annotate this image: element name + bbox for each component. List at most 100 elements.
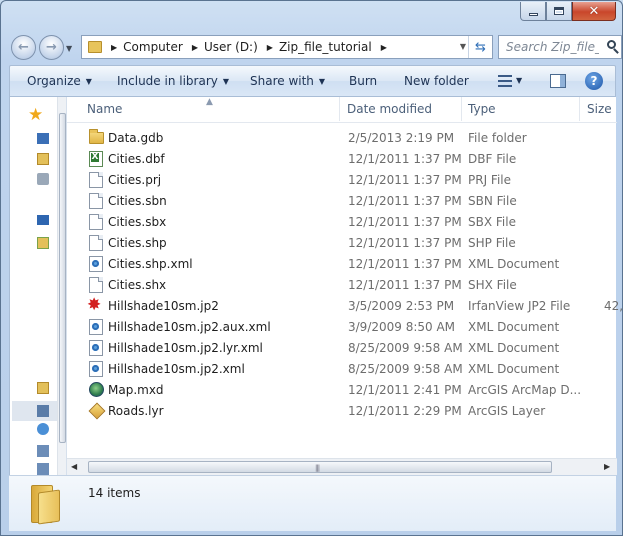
chevron-down-icon: ▼ — [318, 77, 326, 86]
breadcrumb-zip-file-tutorial[interactable]: Zip_file_tutorial — [279, 40, 372, 54]
file-name: Roads.lyr — [108, 404, 164, 418]
file-name: Hillshade10sm.jp2.lyr.xml — [108, 341, 263, 355]
column-header-name[interactable]: Name — [87, 102, 122, 116]
preview-pane-icon[interactable] — [550, 74, 566, 88]
column-header-size[interactable]: Size — [587, 102, 612, 116]
file-name: Cities.shp.xml — [108, 257, 193, 271]
breadcrumb-user-drive[interactable]: User (D:) — [204, 40, 258, 54]
view-options-dropdown-icon[interactable]: ▼ — [516, 76, 522, 85]
breadcrumb-separator-icon[interactable]: ▶ — [192, 43, 198, 52]
file-date: 12/1/2011 1:37 PM — [348, 152, 462, 166]
explorer-window: ✕ ← → ▼ ▶ Computer ▶ User (D:) ▶ Zip_fil… — [0, 0, 623, 536]
arcmap-document-icon — [89, 382, 104, 397]
include-in-library-label: Include in library — [117, 74, 218, 88]
column-divider[interactable] — [339, 97, 340, 121]
file-row[interactable]: Roads.lyr 12/1/2011 2:29 PM ArcGIS Layer — [67, 400, 617, 421]
file-date: 12/1/2011 1:37 PM — [348, 236, 462, 250]
file-type: SBN File — [468, 194, 517, 208]
command-bar: Organize ▼ Include in library ▼ Share with… — [9, 65, 616, 97]
back-button[interactable]: ← — [11, 35, 36, 60]
include-in-library-button[interactable]: Include in library ▼ — [117, 74, 229, 88]
close-button[interactable]: ✕ — [572, 2, 616, 21]
search-icon[interactable] — [607, 40, 616, 49]
blank-file-icon — [89, 172, 103, 188]
favorites-star-icon[interactable]: ★ — [28, 105, 43, 125]
file-row[interactable]: Hillshade10sm.jp2.lyr.xml 8/25/2009 9:58 … — [67, 337, 617, 358]
file-row[interactable]: Cities.dbf 12/1/2011 1:37 PM DBF File — [67, 148, 617, 169]
breadcrumb-separator-icon[interactable]: ▶ — [111, 43, 117, 52]
organize-button[interactable]: Organize ▼ — [27, 74, 92, 88]
folder-icon[interactable] — [37, 382, 49, 394]
share-with-button[interactable]: Share with ▼ — [250, 74, 325, 88]
file-row[interactable]: Cities.sbx 12/1/2011 1:37 PM SBX File — [67, 211, 617, 232]
homegroup-icon[interactable] — [37, 445, 49, 457]
breadcrumb-separator-icon[interactable]: ▶ — [267, 43, 273, 52]
scroll-left-icon[interactable]: ◀ — [71, 462, 77, 471]
address-bar[interactable]: ▶ Computer ▶ User (D:) ▶ Zip_file_tutori… — [81, 35, 493, 59]
horizontal-scrollbar[interactable]: ◀ ||| ▶ — [67, 458, 617, 475]
desktop-icon[interactable] — [37, 133, 49, 144]
folder-icon — [88, 41, 102, 53]
address-dropdown-icon[interactable]: ▼ — [460, 42, 466, 51]
file-row[interactable]: Hillshade10sm.jp2.aux.xml 3/9/2009 8:50 A… — [67, 316, 617, 337]
navigation-pane: ★ — [9, 97, 67, 475]
file-name: Cities.dbf — [108, 152, 165, 166]
caption-buttons: ✕ — [520, 2, 616, 21]
breadcrumb-computer[interactable]: Computer — [123, 40, 183, 54]
file-row[interactable]: Hillshade10sm.jp2.xml 8/25/2009 9:58 AM XM… — [67, 358, 617, 379]
recent-pages-dropdown-icon[interactable]: ▼ — [66, 44, 72, 53]
maximize-icon — [554, 7, 564, 15]
downloads-folder-icon[interactable] — [37, 153, 49, 165]
scroll-right-icon[interactable]: ▶ — [604, 462, 610, 471]
libraries-icon[interactable] — [37, 237, 49, 249]
file-date: 12/1/2011 1:37 PM — [348, 194, 462, 208]
new-folder-button[interactable]: New folder — [404, 74, 469, 88]
forward-button[interactable]: → — [39, 35, 64, 60]
refresh-button[interactable]: ⇆ — [468, 36, 492, 58]
file-row[interactable]: Data.gdb 2/5/2013 2:19 PM File folder — [67, 127, 617, 148]
drive-icon[interactable] — [37, 405, 49, 417]
breadcrumb-separator-icon[interactable]: ▶ — [381, 43, 387, 52]
minimize-button[interactable] — [520, 2, 546, 21]
close-icon: ✕ — [588, 3, 600, 19]
file-row[interactable]: Map.mxd 12/1/2011 2:41 PM ArcGIS ArcMap D.… — [67, 379, 617, 400]
search-box[interactable]: Search Zip_file_... — [498, 35, 622, 59]
chevron-down-icon: ▼ — [222, 77, 230, 86]
column-divider[interactable] — [461, 97, 462, 121]
change-view-icon[interactable] — [498, 75, 512, 87]
forward-arrow-icon: → — [46, 40, 57, 55]
search-input[interactable]: Search Zip_file_... — [499, 40, 599, 54]
column-header-type[interactable]: Type — [468, 102, 496, 116]
column-divider[interactable] — [579, 97, 580, 121]
network-icon[interactable] — [37, 423, 49, 435]
recent-places-icon[interactable] — [37, 173, 49, 185]
minimize-icon — [528, 12, 538, 16]
file-type: DBF File — [468, 152, 517, 166]
burn-button[interactable]: Burn — [349, 74, 377, 88]
organize-label: Organize — [27, 74, 81, 88]
file-name: Map.mxd — [108, 383, 164, 397]
file-row[interactable]: Cities.sbn 12/1/2011 1:37 PM SBN File — [67, 190, 617, 211]
blank-file-icon — [89, 214, 103, 230]
file-row[interactable]: Hillshade10sm.jp2 3/5/2009 2:53 PM IrfanVi… — [67, 295, 623, 316]
nav-pane-scroll-thumb[interactable] — [59, 113, 66, 443]
file-row[interactable]: Cities.shp.xml 12/1/2011 1:37 PM XML Docum… — [67, 253, 617, 274]
column-header-date-modified[interactable]: Date modified — [347, 102, 432, 116]
selected-nav-item[interactable] — [12, 401, 57, 421]
help-icon[interactable]: ? — [585, 72, 603, 90]
file-type: SBX File — [468, 215, 516, 229]
drive-icon[interactable] — [37, 463, 49, 475]
file-row[interactable]: Cities.shx 12/1/2011 1:37 PM SHX File — [67, 274, 617, 295]
excel-file-icon — [89, 151, 103, 167]
xml-file-icon — [89, 340, 103, 356]
file-date: 12/1/2011 1:37 PM — [348, 257, 462, 271]
maximize-button[interactable] — [546, 2, 572, 21]
navigation-row: ← → ▼ ▶ Computer ▶ User (D:) ▶ Zip_file_… — [9, 34, 622, 60]
file-date: 8/25/2009 9:58 AM — [348, 362, 463, 376]
file-date: 12/1/2011 1:37 PM — [348, 173, 462, 187]
back-arrow-icon: ← — [18, 40, 29, 55]
file-row[interactable]: Cities.shp 12/1/2011 1:37 PM SHP File — [67, 232, 617, 253]
file-row[interactable]: Cities.prj 12/1/2011 1:37 PM PRJ File — [67, 169, 617, 190]
computer-icon[interactable] — [37, 215, 49, 225]
horizontal-scroll-thumb[interactable]: ||| — [88, 461, 552, 473]
